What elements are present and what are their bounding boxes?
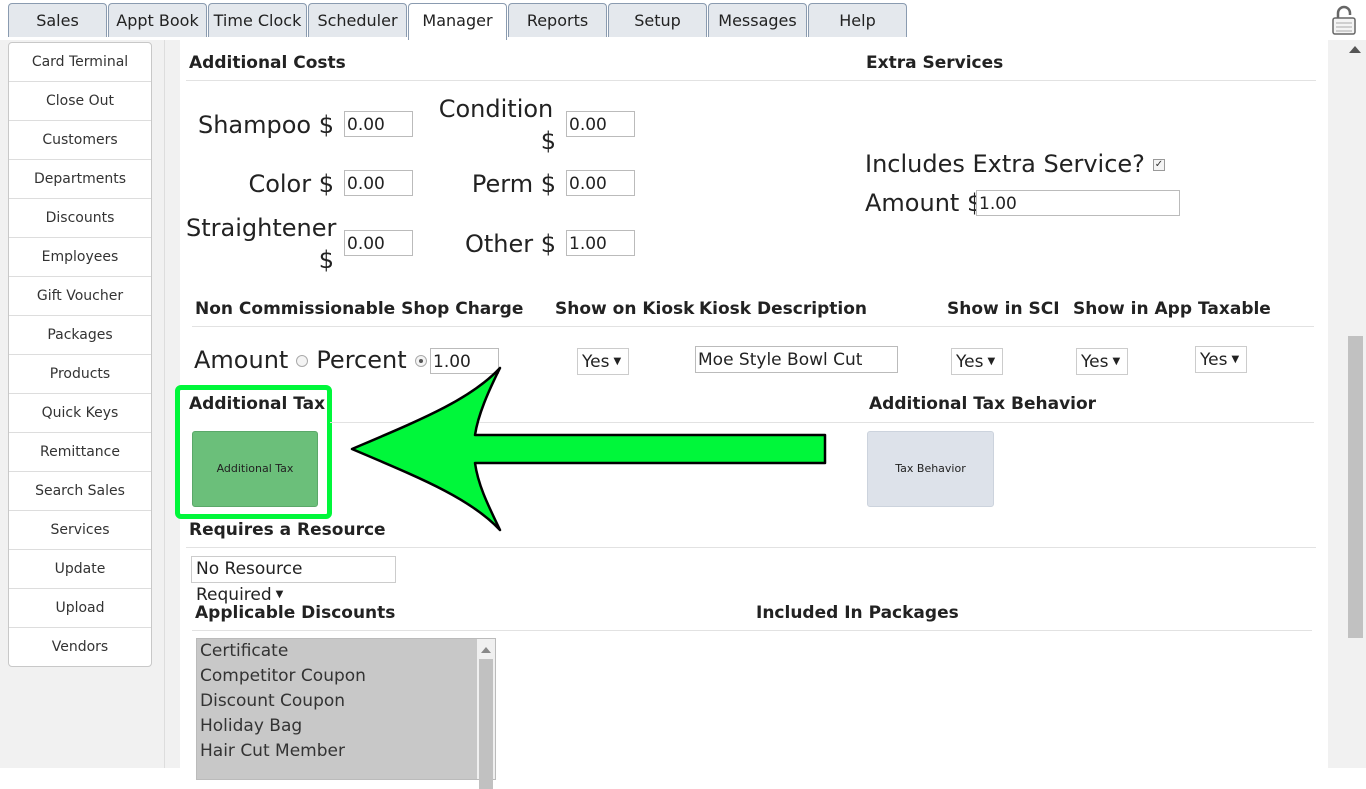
perm-label: Perm $ xyxy=(471,170,556,198)
sidebar: Card Terminal Close Out Customers Depart… xyxy=(8,42,152,667)
requires-resource-heading: Requires a Resource xyxy=(189,520,386,540)
shop-charge-heading: Non Commissionable Shop Charge xyxy=(195,299,524,319)
chevron-down-icon: ▼ xyxy=(987,356,996,367)
taxable-value: Yes xyxy=(1200,350,1228,370)
chevron-down-icon: ▼ xyxy=(1231,354,1240,365)
tab-setup[interactable]: Setup xyxy=(608,3,707,37)
show-on-kiosk-heading: Show on Kiosk xyxy=(555,299,695,319)
additional-costs-heading: Additional Costs xyxy=(189,53,346,73)
sidebar-item-search-sales[interactable]: Search Sales xyxy=(9,472,151,511)
taxable-select[interactable]: Yes ▼ xyxy=(1195,346,1247,373)
lock-icon[interactable] xyxy=(1328,4,1360,36)
condition-input[interactable]: 0.00 xyxy=(566,111,635,137)
show-in-sci-value: Yes xyxy=(956,352,984,372)
extra-services-heading: Extra Services xyxy=(866,53,1004,73)
divider xyxy=(192,326,1314,327)
sidebar-item-update[interactable]: Update xyxy=(9,550,151,589)
divider xyxy=(186,547,1316,548)
tab-time-clock[interactable]: Time Clock xyxy=(208,3,307,37)
included-in-packages-heading: Included In Packages xyxy=(756,603,959,623)
shampoo-label: Shampoo $ xyxy=(197,111,334,139)
divider xyxy=(186,80,1316,81)
list-item[interactable]: Discount Coupon xyxy=(197,689,495,714)
list-item[interactable]: Certificate xyxy=(197,639,495,664)
straightener-label: Straightener xyxy=(186,214,337,242)
sidebar-item-products[interactable]: Products xyxy=(9,355,151,394)
extra-amount-label: Amount $ xyxy=(865,189,983,217)
shampoo-input[interactable]: 0.00 xyxy=(344,111,413,137)
amount-radio[interactable] xyxy=(296,355,309,367)
includes-extra-service-row: Includes Extra Service? ✓ xyxy=(865,148,1165,180)
tab-reports[interactable]: Reports xyxy=(508,3,607,37)
sidebar-item-vendors[interactable]: Vendors xyxy=(9,628,151,666)
sidebar-item-services[interactable]: Services xyxy=(9,511,151,550)
other-label: Other $ xyxy=(464,230,556,258)
chevron-down-icon: ▼ xyxy=(1112,356,1121,367)
resource-select[interactable]: No Resource Required ▼ xyxy=(191,556,396,605)
show-in-app-select[interactable]: Yes ▼ xyxy=(1076,348,1128,375)
show-in-app-value: Yes xyxy=(1081,352,1109,372)
list-item[interactable]: Competitor Coupon xyxy=(197,664,495,689)
includes-extra-service-checkbox[interactable]: ✓ xyxy=(1152,159,1165,171)
color-input[interactable]: 0.00 xyxy=(344,170,413,196)
sidebar-item-close-out[interactable]: Close Out xyxy=(9,82,151,121)
sidebar-item-remittance[interactable]: Remittance xyxy=(9,433,151,472)
additional-tax-behavior-heading: Additional Tax Behavior xyxy=(869,394,1097,414)
scroll-up-icon[interactable] xyxy=(481,647,491,653)
tab-sales[interactable]: Sales xyxy=(8,3,107,37)
additional-tax-button[interactable]: Additional Tax xyxy=(192,431,318,507)
top-nav: Sales Appt Book Time Clock Scheduler Man… xyxy=(0,0,1366,41)
scrollbar-thumb[interactable] xyxy=(479,659,493,789)
sidebar-item-departments[interactable]: Departments xyxy=(9,160,151,199)
sidebar-item-upload[interactable]: Upload xyxy=(9,589,151,628)
applicable-discounts-heading: Applicable Discounts xyxy=(195,603,396,623)
scroll-up-icon[interactable] xyxy=(1349,46,1361,53)
show-in-sci-heading: Show in SCI xyxy=(947,299,1060,319)
sidebar-item-gift-voucher[interactable]: Gift Voucher xyxy=(9,277,151,316)
list-item[interactable]: Hair Cut Member xyxy=(197,739,495,764)
tab-scheduler[interactable]: Scheduler xyxy=(308,3,407,37)
tab-appt-book[interactable]: Appt Book xyxy=(108,3,207,37)
other-input[interactable]: 1.00 xyxy=(566,230,635,256)
straightener-label-dollar: $ xyxy=(318,246,334,274)
applicable-discounts-list[interactable]: Certificate Competitor Coupon Discount C… xyxy=(196,638,496,789)
list-scrollbar[interactable] xyxy=(477,639,495,789)
show-in-app-heading: Show in App xyxy=(1073,299,1192,319)
condition-label: Condition xyxy=(438,95,554,123)
arrow-left-icon xyxy=(350,366,827,532)
sidebar-item-customers[interactable]: Customers xyxy=(9,121,151,160)
sidebar-item-card-terminal[interactable]: Card Terminal xyxy=(9,43,151,82)
straightener-input[interactable]: 0.00 xyxy=(344,230,413,256)
sidebar-item-quick-keys[interactable]: Quick Keys xyxy=(9,394,151,433)
tab-help[interactable]: Help xyxy=(808,3,907,37)
show-in-sci-select[interactable]: Yes ▼ xyxy=(951,348,1003,375)
amount-radio-label: Amount xyxy=(194,346,289,374)
condition-label-dollar: $ xyxy=(540,127,556,155)
kiosk-description-heading: Kiosk Description xyxy=(699,299,867,319)
additional-tax-heading: Additional Tax xyxy=(189,394,326,414)
tax-behavior-button[interactable]: Tax Behavior xyxy=(867,431,994,507)
list-item[interactable]: Holiday Bag xyxy=(197,714,495,739)
includes-extra-service-label: Includes Extra Service? xyxy=(865,150,1145,178)
sidebar-item-packages[interactable]: Packages xyxy=(9,316,151,355)
color-label: Color $ xyxy=(248,170,334,198)
taxable-heading: Taxable xyxy=(1198,299,1271,319)
sidebar-item-employees[interactable]: Employees xyxy=(9,238,151,277)
page-scrollbar[interactable] xyxy=(1345,40,1366,768)
perm-input[interactable]: 0.00 xyxy=(566,170,635,196)
tab-manager[interactable]: Manager xyxy=(408,3,507,40)
divider xyxy=(192,630,1312,631)
sidebar-item-discounts[interactable]: Discounts xyxy=(9,199,151,238)
extra-amount-input[interactable]: 1.00 xyxy=(976,190,1180,216)
tab-messages[interactable]: Messages xyxy=(708,3,807,37)
scrollbar-thumb[interactable] xyxy=(1348,336,1363,638)
chevron-down-icon: ▼ xyxy=(275,589,284,600)
